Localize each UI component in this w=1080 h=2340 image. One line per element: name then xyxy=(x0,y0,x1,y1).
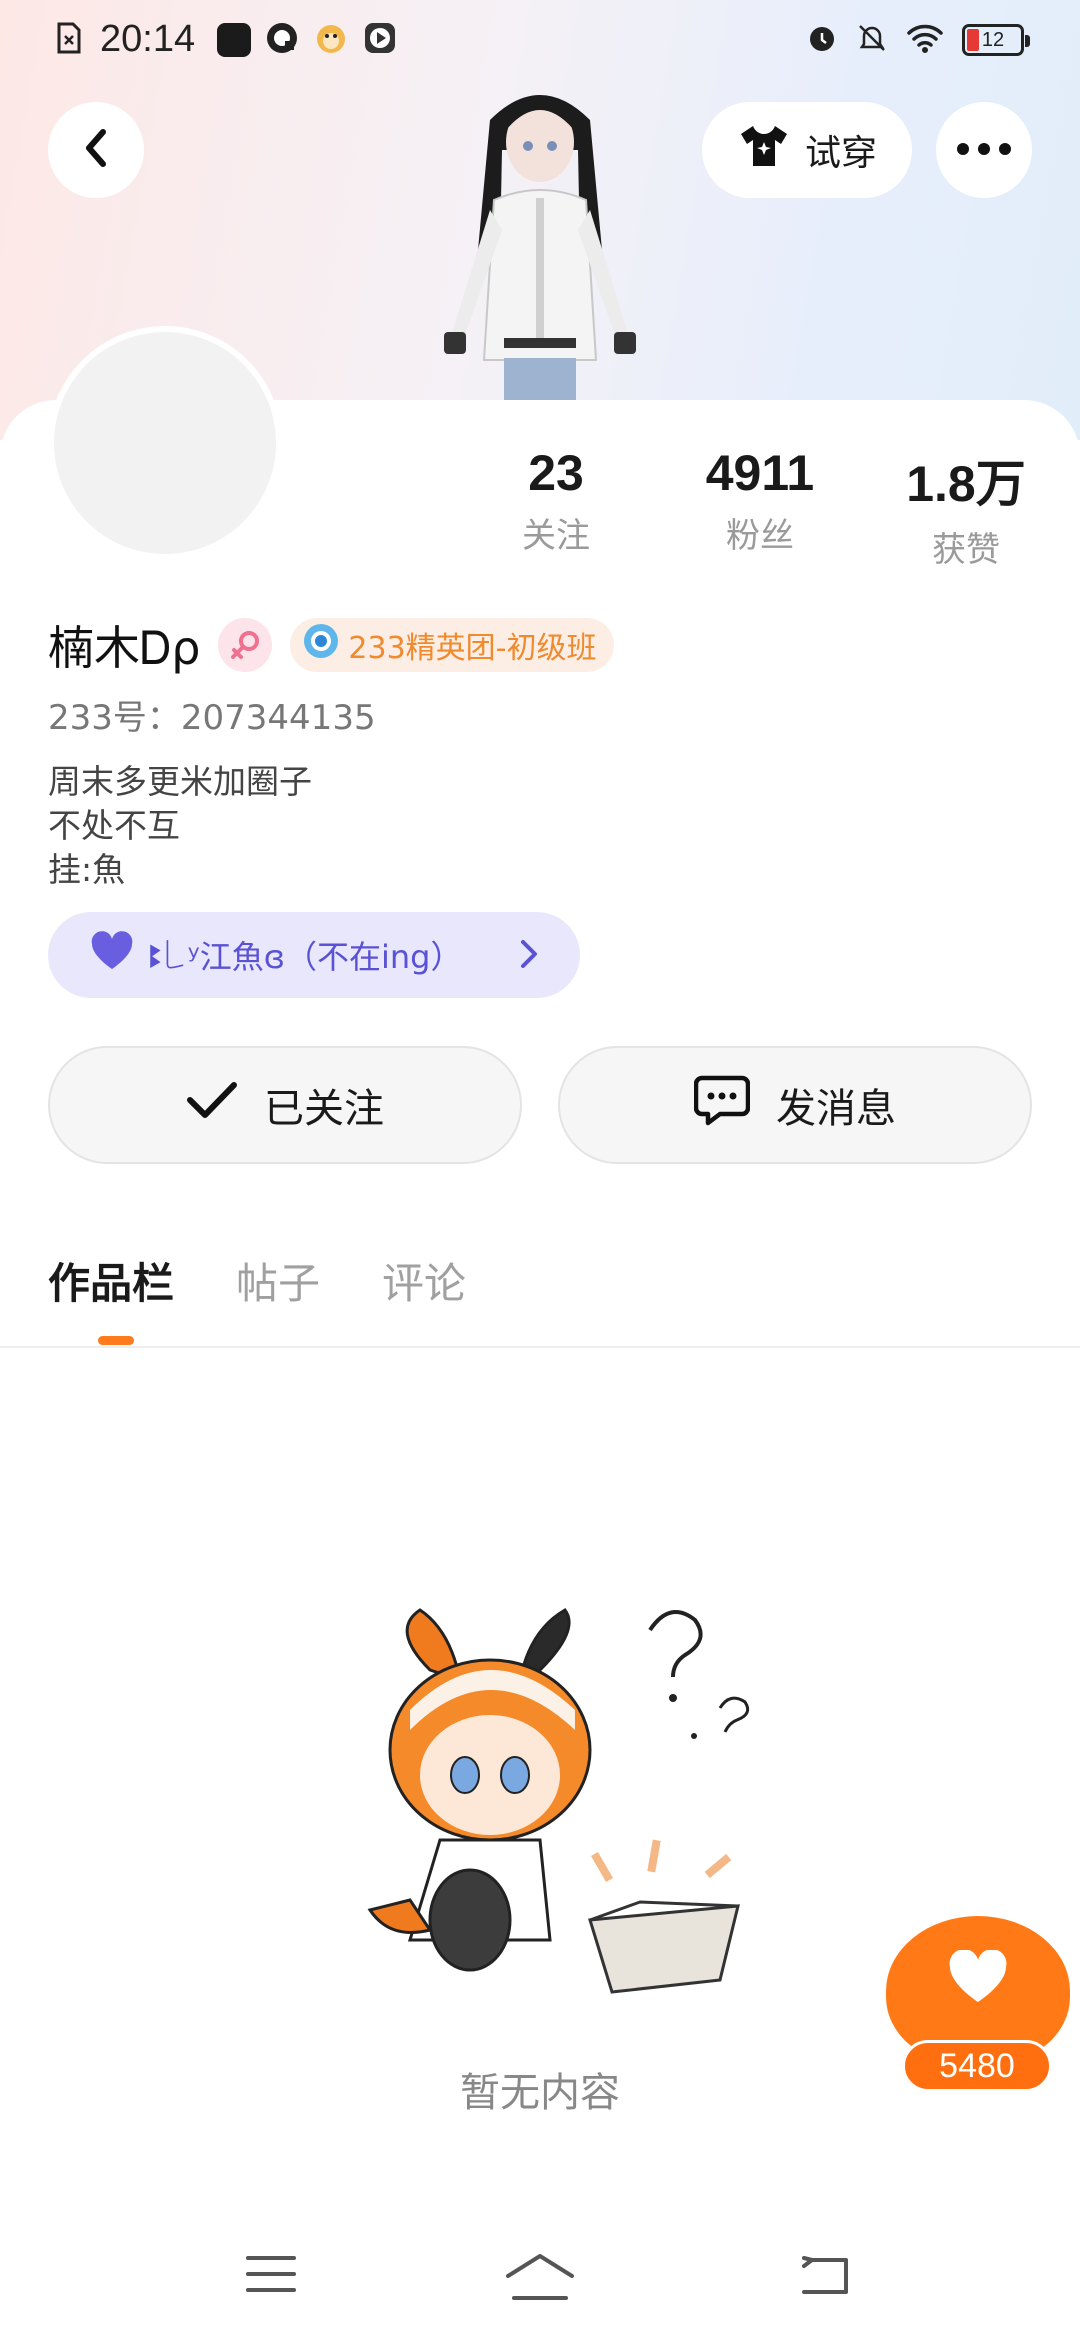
following-count: 23 xyxy=(528,445,584,501)
likes-label: 获赞 xyxy=(932,530,1000,570)
try-on-label: 试穿 xyxy=(804,133,877,174)
heart-icon xyxy=(946,1949,1010,2010)
wifi-icon xyxy=(906,22,944,58)
back-button[interactable] xyxy=(48,102,144,198)
status-time: 20:14 xyxy=(100,18,196,60)
stat-followers[interactable]: 4911 粉丝 xyxy=(660,444,860,557)
app-notification-icon xyxy=(217,22,252,57)
active-tab-indicator xyxy=(98,1336,134,1345)
sim-icon xyxy=(56,22,82,58)
heart-icon xyxy=(88,931,136,979)
try-on-button[interactable]: 试穿 xyxy=(702,102,912,198)
system-nav-bar xyxy=(0,2230,1080,2340)
group-link[interactable]: ꔪ꒒ʸ江魚ɞ（不在ing） xyxy=(48,912,580,998)
tab-works[interactable]: 作品栏 xyxy=(48,1250,174,1311)
chevron-left-icon xyxy=(79,126,113,174)
elite-group-badge[interactable]: 233精英团-初级班 xyxy=(290,618,615,672)
tab-divider xyxy=(0,1346,1080,1348)
user-id: 233号：207344135 xyxy=(48,698,376,738)
mute-bell-icon xyxy=(856,22,888,58)
qq-icon xyxy=(265,21,299,59)
check-icon xyxy=(186,1080,238,1130)
content-tabs: 作品栏 帖子 评论 xyxy=(48,1250,466,1311)
name-row: 楠木Ꭰρ 233精英团-初级班 xyxy=(48,612,615,678)
chat-bubble-icon xyxy=(693,1074,751,1136)
stat-likes[interactable]: 1.8万 获赞 xyxy=(866,444,1066,571)
home-icon[interactable] xyxy=(504,2252,576,2306)
video-app-icon xyxy=(363,21,397,59)
send-message-label: 发消息 xyxy=(776,1086,896,1132)
like-count: 5480 xyxy=(902,2040,1052,2092)
more-options-button[interactable] xyxy=(936,102,1032,198)
menu-icon[interactable] xyxy=(244,2252,298,2300)
chevron-right-icon xyxy=(518,936,540,980)
tab-comments[interactable]: 评论 xyxy=(382,1250,466,1311)
status-bar: 20:14 12 xyxy=(0,0,1080,84)
empty-state-illustration xyxy=(350,1590,770,2010)
bio-line: 不处不互 xyxy=(48,806,180,845)
alarm-icon xyxy=(806,22,838,58)
floating-like-button[interactable]: 5480 xyxy=(884,1916,1070,2096)
group-label: ꔪ꒒ʸ江魚ɞ（不在ing） xyxy=(148,938,463,976)
monkey-app-icon xyxy=(313,21,349,59)
following-button[interactable]: 已关注 xyxy=(48,1046,522,1164)
female-gender-icon xyxy=(218,618,273,672)
more-dots-icon xyxy=(956,141,1012,160)
avatar[interactable] xyxy=(48,326,282,560)
bio: 周末多更米加圈子 不处不互 挂:魚 xyxy=(48,760,312,892)
bio-line: 挂:魚 xyxy=(48,850,126,889)
likes-count: 1.8万 xyxy=(906,456,1026,512)
followers-label: 粉丝 xyxy=(726,516,794,556)
followers-count: 4911 xyxy=(705,445,815,501)
elite-badge-icon xyxy=(302,622,340,668)
back-nav-icon[interactable] xyxy=(796,2252,852,2300)
battery-icon: 12 xyxy=(962,24,1030,56)
stat-following[interactable]: 23 关注 xyxy=(456,444,656,557)
tshirt-icon xyxy=(737,122,791,179)
bio-line: 周末多更米加圈子 xyxy=(48,762,312,801)
following-label: 关注 xyxy=(522,516,590,556)
elite-badge-label: 233精英团-初级班 xyxy=(348,631,597,666)
battery-level: 12 xyxy=(981,29,1005,51)
avatar-3d-figure xyxy=(420,80,660,400)
username: 楠木Ꭰρ xyxy=(48,621,201,675)
tab-posts[interactable]: 帖子 xyxy=(236,1250,320,1311)
following-label: 已关注 xyxy=(264,1086,384,1132)
send-message-button[interactable]: 发消息 xyxy=(558,1046,1032,1164)
